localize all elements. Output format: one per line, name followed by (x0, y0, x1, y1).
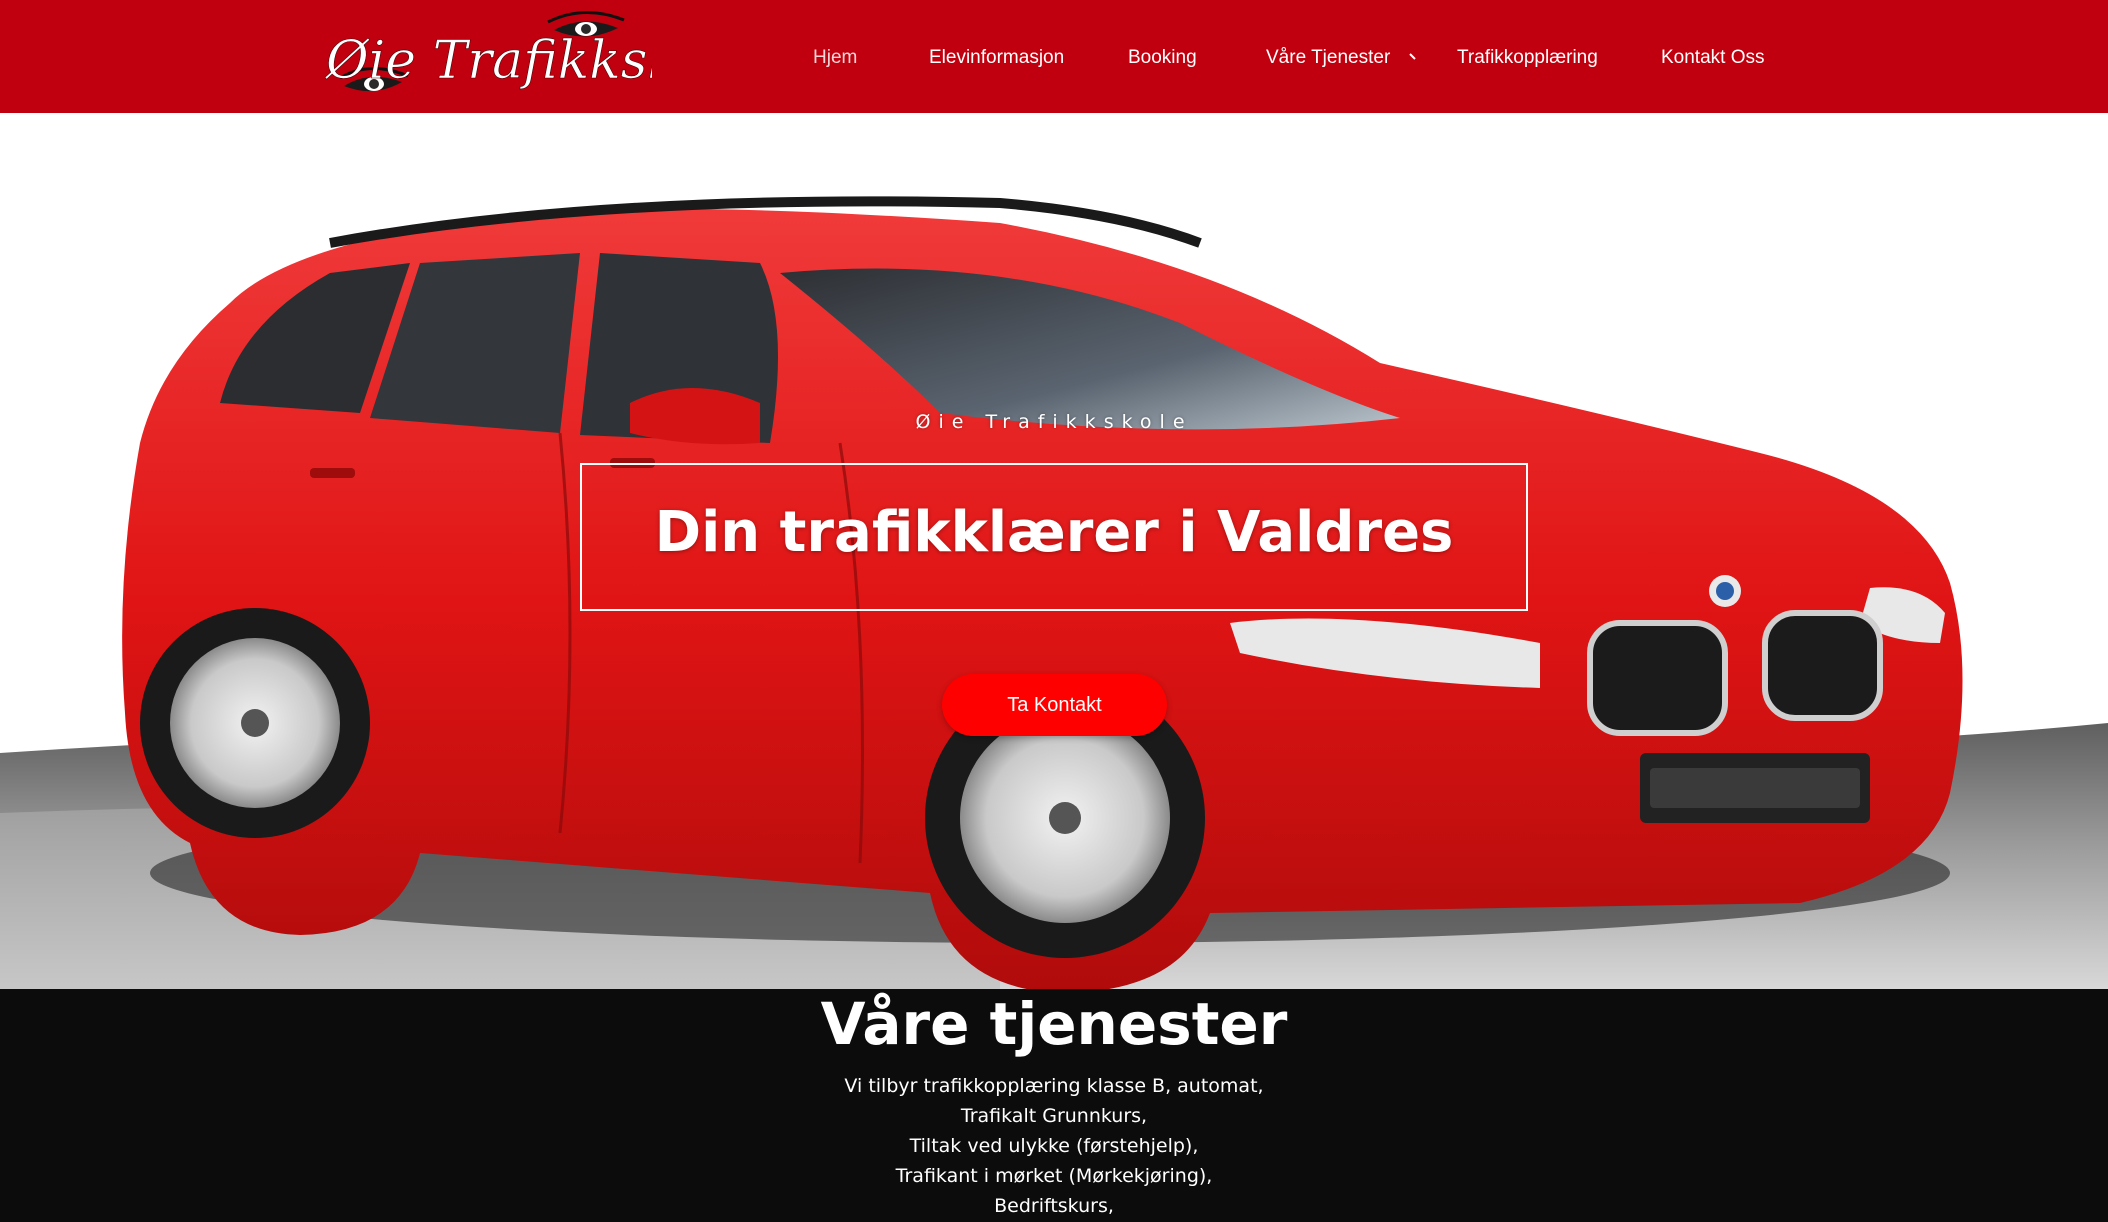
hero-section: Øie Trafikkskole Din trafikklærer i Vald… (0, 113, 2108, 989)
main-nav: Hjem Elevinformasjon Booking Våre Tjenes… (0, 0, 2108, 113)
list-item: Trafikant i mørket (Mørkekjøring), (895, 1165, 1213, 1187)
services-title: Våre tjenester (820, 990, 1288, 1058)
nav-item-kontakt-oss[interactable]: Kontakt Oss (1661, 44, 1765, 72)
nav-item-hjem[interactable]: Hjem (813, 44, 857, 72)
services-section: Våre tjenester Vi tilbyr trafikkopplærin… (0, 989, 2108, 1222)
nav-item-vare-tjenester[interactable]: Våre Tjenester (1266, 44, 1390, 72)
nav-item-booking[interactable]: Booking (1128, 44, 1197, 72)
hero-title: Din trafikklærer i Valdres (654, 500, 1454, 565)
contact-button[interactable]: Ta Kontakt (942, 674, 1167, 736)
list-item: Bedriftskurs, (994, 1195, 1114, 1217)
list-item: Vi tilbyr trafikkopplæring klasse B, aut… (844, 1075, 1264, 1097)
chevron-down-icon[interactable] (1407, 50, 1421, 64)
list-item: Tiltak ved ulykke (førstehjelp), (909, 1135, 1199, 1157)
site-header: Øie Trafikkskole Hjem Elevinformasjon Bo… (0, 0, 2108, 113)
nav-item-trafikkopplaering[interactable]: Trafikkopplæring (1457, 44, 1598, 72)
nav-item-elevinformasjon[interactable]: Elevinformasjon (929, 44, 1064, 72)
list-item: Trafikalt Grunnkurs, (960, 1105, 1148, 1127)
hero-kicker: Øie Trafikkskole (915, 411, 1193, 433)
services-list: Vi tilbyr trafikkopplæring klasse B, aut… (0, 1071, 2108, 1221)
